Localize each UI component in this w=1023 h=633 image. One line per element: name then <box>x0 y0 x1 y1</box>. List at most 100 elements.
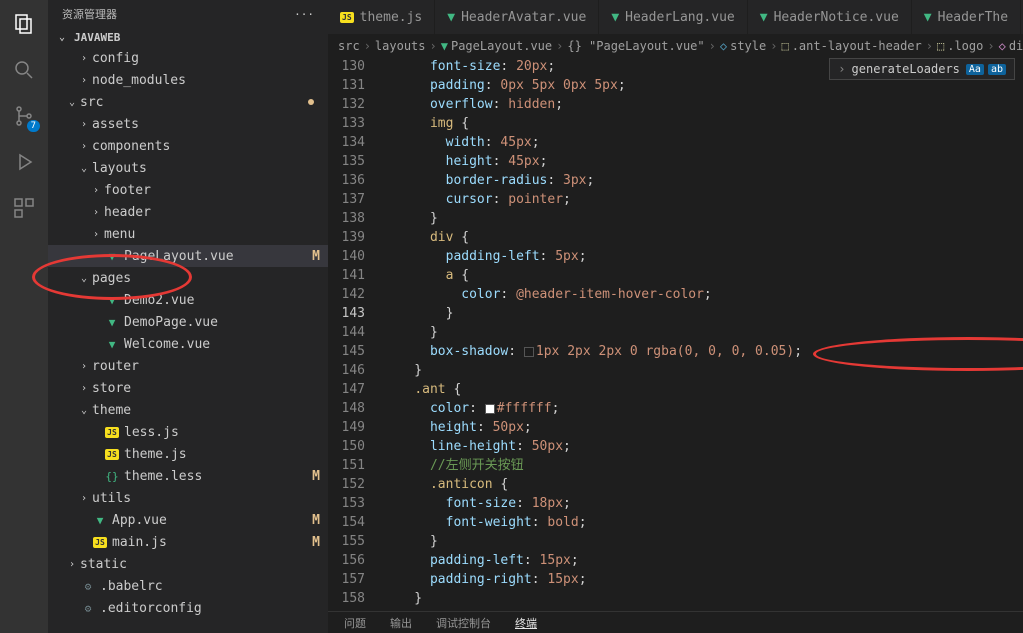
code-line[interactable]: font-weight: bold; <box>383 513 1023 532</box>
line-number: 138 <box>328 209 365 228</box>
explorer-icon[interactable] <box>10 10 38 38</box>
panel-tab-output[interactable]: 输出 <box>390 615 412 631</box>
sidebar-more-icon[interactable]: ··· <box>294 8 314 21</box>
breadcrumb-item[interactable]: {} "PageLayout.vue" <box>567 39 704 53</box>
debug-icon[interactable] <box>10 148 38 176</box>
code-line[interactable]: color: #ffffff; <box>383 399 1023 418</box>
chevron-icon: ⌄ <box>76 405 92 416</box>
code-line[interactable]: //左侧开关按钮 <box>383 456 1023 475</box>
tree-label: theme <box>92 403 320 418</box>
editor-tab[interactable]: ▼HeaderNotice.vue <box>748 0 912 34</box>
breadcrumb-item[interactable]: ◇div <box>999 39 1023 53</box>
code-line[interactable]: width: 45px; <box>383 133 1023 152</box>
tree-item[interactable]: ▼PageLayout.vueM <box>48 245 328 267</box>
extensions-icon[interactable] <box>10 194 38 222</box>
source-control-icon[interactable]: 7 <box>10 102 38 130</box>
editor-tab[interactable]: ▼HeaderAvatar.vue <box>435 0 599 34</box>
tree-item[interactable]: ›config <box>48 47 328 69</box>
code-line[interactable]: .ant { <box>383 380 1023 399</box>
code-line[interactable]: cursor: pointer; <box>383 190 1023 209</box>
tree-item[interactable]: JStheme.js <box>48 443 328 465</box>
code-line[interactable]: padding: 0px 5px 0px 5px; <box>383 76 1023 95</box>
activity-bar: 7 <box>0 0 48 633</box>
code-line[interactable]: height: 50px; <box>383 418 1023 437</box>
code-line[interactable]: } <box>383 209 1023 228</box>
code-line[interactable]: padding-right: 15px; <box>383 570 1023 589</box>
tree-item[interactable]: ›assets <box>48 113 328 135</box>
tree-item[interactable]: ›menu <box>48 223 328 245</box>
tree-item[interactable]: ›static <box>48 553 328 575</box>
tree-item[interactable]: ▼Demo2.vue <box>48 289 328 311</box>
editor-tab[interactable]: JStheme.js <box>328 0 435 34</box>
editor-tab[interactable]: ▼HeaderLang.vue <box>599 0 747 34</box>
tree-item[interactable]: ⌄theme <box>48 399 328 421</box>
code-line[interactable]: } <box>383 323 1023 342</box>
panel-tab-problems[interactable]: 问题 <box>344 615 366 631</box>
code-line[interactable]: padding-left: 15px; <box>383 551 1023 570</box>
breadcrumb-separator: › <box>364 39 371 53</box>
tree-label: .babelrc <box>100 579 320 594</box>
line-number: 157 <box>328 570 365 589</box>
line-number: 141 <box>328 266 365 285</box>
code-line[interactable]: color: @header-item-hover-color; <box>383 285 1023 304</box>
js-file-icon: JS <box>340 12 354 23</box>
code-line[interactable]: font-size: 18px; <box>383 494 1023 513</box>
tree-item[interactable]: ›store <box>48 377 328 399</box>
editor-main: JStheme.js▼HeaderAvatar.vue▼HeaderLang.v… <box>328 0 1023 633</box>
code-line[interactable]: div { <box>383 228 1023 247</box>
tree-label: router <box>92 359 320 374</box>
editor-tab[interactable]: ▼HeaderThe <box>912 0 1021 34</box>
tree-item[interactable]: ⚙.babelrc <box>48 575 328 597</box>
code-line[interactable]: border-radius: 3px; <box>383 171 1023 190</box>
code-content[interactable]: font-size: 20px; padding: 0px 5px 0px 5p… <box>383 57 1023 611</box>
tree-item[interactable]: JSless.js <box>48 421 328 443</box>
tree-item[interactable]: ⚙.editorconfig <box>48 597 328 619</box>
chevron-icon: › <box>76 141 92 152</box>
tree-item[interactable]: ▼App.vueM <box>48 509 328 531</box>
code-line[interactable]: box-shadow: 1px 2px 2px 0 rgba(0, 0, 0, … <box>383 342 1023 361</box>
panel-tab-debug[interactable]: 调试控制台 <box>436 615 491 631</box>
tree-item[interactable]: ›node_modules <box>48 69 328 91</box>
tree-item[interactable]: ⌄src <box>48 91 328 113</box>
code-line[interactable]: height: 45px; <box>383 152 1023 171</box>
breadcrumb-item[interactable]: ▼PageLayout.vue <box>441 39 552 53</box>
vue-file-icon: ▼ <box>611 10 619 25</box>
code-line[interactable]: a { <box>383 266 1023 285</box>
editor-area[interactable]: 1301311321331341351361371381391401411421… <box>328 57 1023 611</box>
code-line[interactable]: } <box>383 361 1023 380</box>
project-name: JAVAWEB <box>74 31 120 44</box>
code-line[interactable]: line-height: 50px; <box>383 437 1023 456</box>
breadcrumb-item[interactable]: ◇style <box>720 39 766 53</box>
search-icon[interactable] <box>10 56 38 84</box>
line-number: 143 <box>328 304 365 323</box>
breadcrumb-item[interactable]: src <box>338 39 360 53</box>
code-line[interactable]: padding-left: 5px; <box>383 247 1023 266</box>
tree-item[interactable]: ›utils <box>48 487 328 509</box>
tree-item[interactable]: ⌄layouts <box>48 157 328 179</box>
panel-tab-terminal[interactable]: 终端 <box>515 615 537 631</box>
breadcrumb-item[interactable]: ⬚.logo <box>937 39 983 53</box>
breadcrumb-item[interactable]: layouts <box>375 39 426 53</box>
code-line[interactable]: } <box>383 304 1023 323</box>
tree-item[interactable]: ⌄pages <box>48 267 328 289</box>
code-line[interactable]: img { <box>383 114 1023 133</box>
tree-item[interactable]: ›header <box>48 201 328 223</box>
tree-item[interactable]: ›components <box>48 135 328 157</box>
breadcrumbs[interactable]: src›layouts›▼PageLayout.vue›{} "PageLayo… <box>328 35 1023 57</box>
project-header[interactable]: ⌄ JAVAWEB <box>48 28 328 47</box>
line-number: 144 <box>328 323 365 342</box>
tree-item[interactable]: JSmain.jsM <box>48 531 328 553</box>
breadcrumb-item[interactable]: ⬚.ant-layout-header <box>781 39 921 53</box>
code-line[interactable]: } <box>383 589 1023 608</box>
tree-item[interactable]: ›router <box>48 355 328 377</box>
code-line[interactable]: .anticon { <box>383 475 1023 494</box>
breadcrumb-separator: › <box>926 39 933 53</box>
tree-item[interactable]: ›footer <box>48 179 328 201</box>
tree-item[interactable]: ▼Welcome.vue <box>48 333 328 355</box>
tree-item[interactable]: ▼DemoPage.vue <box>48 311 328 333</box>
line-number: 150 <box>328 437 365 456</box>
code-line[interactable]: } <box>383 532 1023 551</box>
tree-item[interactable]: {}theme.lessM <box>48 465 328 487</box>
code-line[interactable]: overflow: hidden; <box>383 95 1023 114</box>
code-line[interactable]: font-size: 20px; <box>383 57 1023 76</box>
